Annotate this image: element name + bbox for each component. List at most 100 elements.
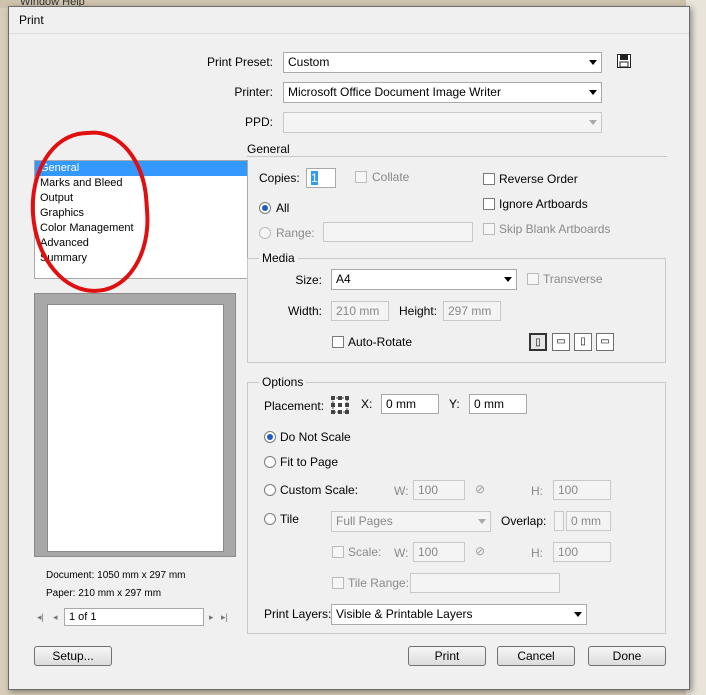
overlap-input[interactable]: 0 mm [566,511,611,531]
auto-rotate-checkbox[interactable] [332,336,344,348]
range-input[interactable] [323,222,473,242]
print-preset-label: Print Preset: [206,55,273,69]
scale-w-input[interactable]: 100 [413,542,465,562]
custom-scale-h-label: H: [531,484,543,498]
printer-label: Printer: [234,85,273,99]
portrait-orientation-icon[interactable]: ▯ [529,333,547,351]
chevron-down-icon [504,277,512,282]
print-button[interactable]: Print [408,646,486,666]
placement-grid-icon[interactable] [330,395,350,415]
skip-blank-artboards-checkbox[interactable] [483,223,495,235]
tile-range-checkbox[interactable] [332,577,344,589]
copies-label: Copies: [259,171,300,185]
scale-label: Scale: [348,545,382,559]
paper-size-select[interactable]: A4 [331,269,517,290]
general-divider [247,156,667,157]
last-page-icon[interactable]: ▸| [221,612,228,623]
cancel-button[interactable]: Cancel [497,646,575,666]
dialog-title: Print [19,13,44,27]
width-label: Width: [287,304,322,318]
link-icon[interactable]: ⊘ [475,544,485,558]
chevron-down-icon [478,519,486,524]
custom-scale-w-label: W: [394,484,409,498]
placement-label: Placement: [264,399,325,413]
options-group [247,382,666,634]
collate-label: Collate [372,170,410,184]
sidebar-item-general[interactable]: General [35,161,247,176]
do-not-scale-radio[interactable] [264,431,276,443]
print-dialog: Print Print Preset: Custom Printer: Micr… [8,6,690,690]
sidebar-item-graphics[interactable]: Graphics [35,206,247,221]
transverse-label: Transverse [543,272,603,286]
media-section-title: Media [259,251,298,265]
page-indicator[interactable]: 1 of 1 [64,608,204,626]
overlap-stepper[interactable] [554,511,564,531]
chevron-down-icon [574,612,582,617]
page-navigator: ◂| ◂ 1 of 1 ▸ ▸| [34,608,236,628]
save-preset-icon[interactable] [616,53,632,69]
next-page-icon[interactable]: ▸ [209,612,214,623]
sidebar-item-marks-and-bleed[interactable]: Marks and Bleed [35,176,247,191]
auto-rotate-label: Auto-Rotate [348,335,413,349]
copies-input[interactable]: 1 [306,168,336,188]
ignore-artboards-label: Ignore Artboards [499,197,588,211]
done-button[interactable]: Done [588,646,666,666]
sidebar-item-output[interactable]: Output [35,191,247,206]
all-radio[interactable] [259,202,271,214]
width-input[interactable]: 210 mm [331,301,389,321]
custom-scale-h-input[interactable]: 100 [553,480,611,500]
tile-range-label: Tile Range: [348,576,409,590]
scale-h-input[interactable]: 100 [553,542,611,562]
chevron-down-icon [589,120,597,125]
landscape-flipped-icon[interactable]: ▭ [596,333,614,351]
transverse-checkbox[interactable] [527,273,539,285]
tile-select[interactable]: Full Pages [331,511,491,532]
range-radio[interactable] [259,227,271,239]
landscape-orientation-icon[interactable]: ▭ [552,333,570,351]
sidebar-item-color-management[interactable]: Color Management [35,221,247,236]
chevron-down-icon [589,60,597,65]
custom-scale-radio[interactable] [264,484,276,496]
print-layers-select[interactable]: Visible & Printable Layers [331,604,587,625]
print-layers-label: Print Layers: [264,607,332,621]
overlap-label: Overlap: [501,514,547,528]
portrait-flipped-icon[interactable]: ▯ [574,333,592,351]
custom-scale-w-input[interactable]: 100 [413,480,465,500]
setup-button[interactable]: Setup... [34,646,112,666]
tile-range-input[interactable] [410,573,560,593]
printer-select[interactable]: Microsoft Office Document Image Writer [283,82,602,103]
fit-to-page-label: Fit to Page [280,455,339,469]
x-input[interactable]: 0 mm [381,394,439,414]
scale-checkbox[interactable] [332,546,344,558]
ppd-select[interactable] [283,112,602,133]
document-size-text: Document: 1050 mm x 297 mm [46,570,186,581]
general-section-title: General [247,142,290,156]
ignore-artboards-checkbox[interactable] [483,198,495,210]
size-label: Size: [295,273,322,287]
fit-to-page-radio[interactable] [264,456,276,468]
reverse-order-checkbox[interactable] [483,173,495,185]
first-page-icon[interactable]: ◂| [37,612,44,623]
sidebar-item-summary[interactable]: Summary [35,251,247,266]
sidebar-item-advanced[interactable]: Advanced [35,236,247,251]
tile-radio[interactable] [264,513,276,525]
range-label: Range: [276,226,315,240]
collate-checkbox[interactable] [355,171,367,183]
height-input[interactable]: 297 mm [443,301,501,321]
height-label: Height: [399,304,438,318]
previous-page-icon[interactable]: ◂ [53,612,58,623]
skip-blank-artboards-label: Skip Blank Artboards [499,222,611,236]
y-label: Y: [449,397,460,411]
dialog-titlebar: Print [9,7,689,34]
category-list[interactable]: General Marks and Bleed Output Graphics … [34,160,248,279]
print-preset-select[interactable]: Custom [283,52,602,73]
all-label: All [276,201,290,215]
ppd-label: PPD: [244,115,273,129]
print-preview [34,293,236,557]
paper-size-text: Paper: 210 mm x 297 mm [46,588,162,599]
scale-w-label: W: [394,546,409,560]
link-icon[interactable]: ⊘ [475,482,485,496]
y-input[interactable]: 0 mm [469,394,527,414]
x-label: X: [361,397,373,411]
scale-h-label: H: [531,546,543,560]
